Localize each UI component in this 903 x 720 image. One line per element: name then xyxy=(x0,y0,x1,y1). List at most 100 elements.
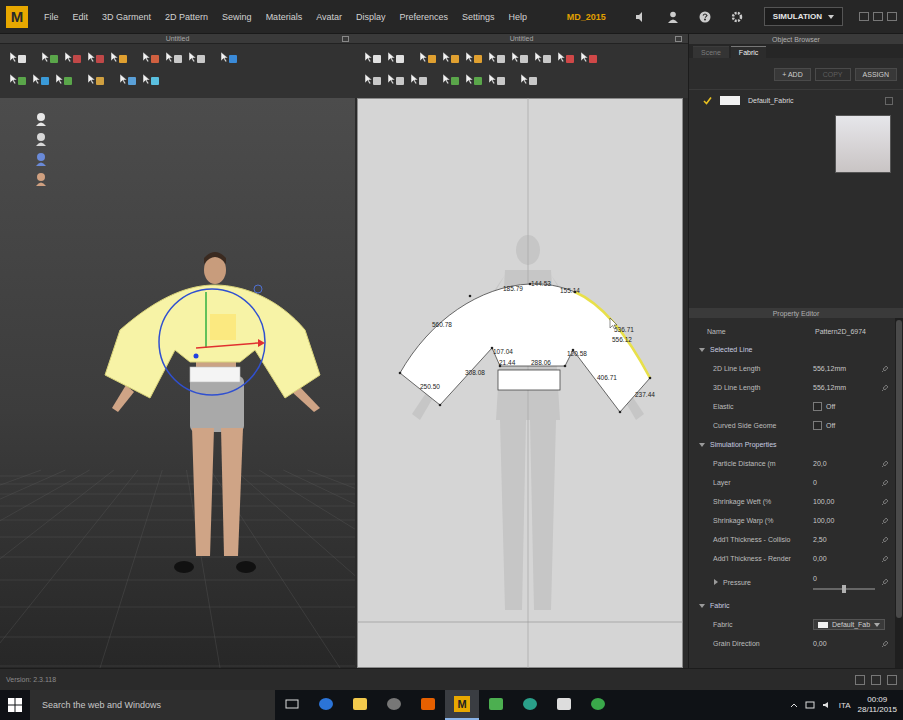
tab[interactable]: Scene xyxy=(693,46,729,58)
property-value[interactable]: 556,12mm xyxy=(813,365,881,372)
menu-item[interactable]: 2D Pattern xyxy=(159,10,214,24)
chevron-up-icon[interactable] xyxy=(790,702,798,708)
pin-icon[interactable] xyxy=(881,365,889,373)
tool-icon[interactable] xyxy=(164,50,184,66)
taskbar-app[interactable] xyxy=(581,690,615,720)
tool-icon[interactable] xyxy=(8,50,28,66)
close-button[interactable] xyxy=(887,12,897,21)
tool-icon[interactable] xyxy=(63,50,83,66)
slider-value[interactable]: 0 xyxy=(813,575,881,590)
selected-line[interactable] xyxy=(575,292,650,378)
section-header[interactable]: Selected Line xyxy=(689,340,895,359)
tool-icon[interactable] xyxy=(418,50,438,66)
tool-icon[interactable] xyxy=(31,72,51,88)
menu-item[interactable]: Avatar xyxy=(310,10,348,24)
property-value[interactable]: 0,00 xyxy=(813,640,881,647)
help-icon[interactable] xyxy=(698,10,712,24)
volume-icon[interactable] xyxy=(822,701,832,709)
taskbar-app[interactable] xyxy=(411,690,445,720)
section-header[interactable]: Simulation Properties xyxy=(689,435,895,454)
garment[interactable] xyxy=(105,285,320,398)
menu-item[interactable]: Settings xyxy=(456,10,501,24)
taskbar-app[interactable] xyxy=(513,690,547,720)
pin-icon[interactable] xyxy=(881,479,889,487)
tool-icon[interactable] xyxy=(579,50,599,66)
property-value[interactable]: 2,50 xyxy=(813,536,881,543)
menu-item[interactable]: 3D Garment xyxy=(96,10,157,24)
check-icon[interactable] xyxy=(703,96,712,105)
status-icon[interactable] xyxy=(855,675,865,685)
tool-icon[interactable] xyxy=(86,72,106,88)
menu-item[interactable]: Sewing xyxy=(216,10,258,24)
tool-icon[interactable] xyxy=(533,50,553,66)
2d-viewport[interactable]: 185.79144.53155.14560.78107.0421.44288.0… xyxy=(357,98,683,668)
expand-icon[interactable] xyxy=(699,604,705,608)
tool-icon[interactable] xyxy=(556,50,576,66)
status-icon[interactable] xyxy=(871,675,881,685)
tool-icon[interactable] xyxy=(519,72,539,88)
expand-icon[interactable] xyxy=(714,579,718,585)
taskbar-app[interactable] xyxy=(309,690,343,720)
settings-icon[interactable] xyxy=(730,10,744,24)
minimize-button[interactable] xyxy=(859,12,869,21)
menu-item[interactable]: Display xyxy=(350,10,392,24)
tool-icon[interactable] xyxy=(464,72,484,88)
user-icon[interactable] xyxy=(666,10,680,24)
2d-pattern-canvas[interactable]: 185.79144.53155.14560.78107.0421.44288.0… xyxy=(357,98,683,668)
pin-icon[interactable] xyxy=(881,555,889,563)
tool-icon[interactable] xyxy=(109,50,129,66)
expand-icon[interactable] xyxy=(699,348,705,352)
scrollbar[interactable] xyxy=(895,318,903,668)
taskbar-app[interactable] xyxy=(479,690,513,720)
pattern-piece[interactable] xyxy=(400,284,650,412)
scrollbar-thumb[interactable] xyxy=(896,320,902,618)
tool-icon[interactable] xyxy=(118,72,138,88)
slider-thumb[interactable] xyxy=(842,585,846,593)
property-value[interactable]: 556,12mm xyxy=(813,384,881,391)
tool-icon[interactable] xyxy=(487,72,507,88)
property-value[interactable]: 100,00 xyxy=(813,517,881,524)
tool-icon[interactable] xyxy=(441,50,461,66)
speaker-icon[interactable] xyxy=(634,10,648,24)
pin-icon[interactable] xyxy=(881,384,889,392)
panel-button[interactable]: + ADD xyxy=(774,68,810,81)
tool-icon[interactable] xyxy=(187,50,207,66)
task-view-button[interactable] xyxy=(275,690,309,720)
taskbar-app[interactable] xyxy=(343,690,377,720)
expand-icon[interactable] xyxy=(699,443,705,447)
tool-icon[interactable] xyxy=(363,72,383,88)
menu-item[interactable]: Edit xyxy=(67,10,95,24)
name-value[interactable]: Pattern2D_6974 xyxy=(815,328,895,335)
3d-viewport[interactable] xyxy=(0,98,355,668)
tool-icon[interactable] xyxy=(441,72,461,88)
fabric-menu-icon[interactable] xyxy=(885,97,893,105)
tool-icon[interactable] xyxy=(8,72,28,88)
tool-icon[interactable] xyxy=(386,72,406,88)
slider-track[interactable] xyxy=(813,588,875,590)
property-value[interactable]: 20,0 xyxy=(813,460,881,467)
fabric-dropdown[interactable]: Default_Fab xyxy=(813,619,885,630)
tool-icon[interactable] xyxy=(54,72,74,88)
property-value[interactable]: 100,00 xyxy=(813,498,881,505)
panel-button[interactable]: COPY xyxy=(815,68,851,81)
taskbar-app[interactable] xyxy=(377,690,411,720)
menu-item[interactable]: Preferences xyxy=(394,10,455,24)
panel-button[interactable]: ASSIGN xyxy=(855,68,897,81)
start-button[interactable] xyxy=(0,698,30,712)
avatar-display-icon[interactable] xyxy=(34,172,48,186)
property-value[interactable]: 0 xyxy=(813,479,881,486)
menu-item[interactable]: File xyxy=(38,10,65,24)
pattern-piece[interactable] xyxy=(498,370,560,390)
network-icon[interactable] xyxy=(805,701,815,709)
mode-button[interactable]: SIMULATION xyxy=(764,7,843,26)
windows-icon[interactable] xyxy=(8,698,22,712)
tool-icon[interactable] xyxy=(219,50,239,66)
tool-icon[interactable] xyxy=(464,50,484,66)
pin-icon[interactable] xyxy=(881,460,889,468)
tool-icon[interactable] xyxy=(510,50,530,66)
status-icon[interactable] xyxy=(887,675,897,685)
pin-icon[interactable] xyxy=(881,578,889,586)
tool-icon[interactable] xyxy=(86,50,106,66)
tool-icon[interactable] xyxy=(386,50,406,66)
checkbox-value[interactable]: Off xyxy=(813,421,881,430)
